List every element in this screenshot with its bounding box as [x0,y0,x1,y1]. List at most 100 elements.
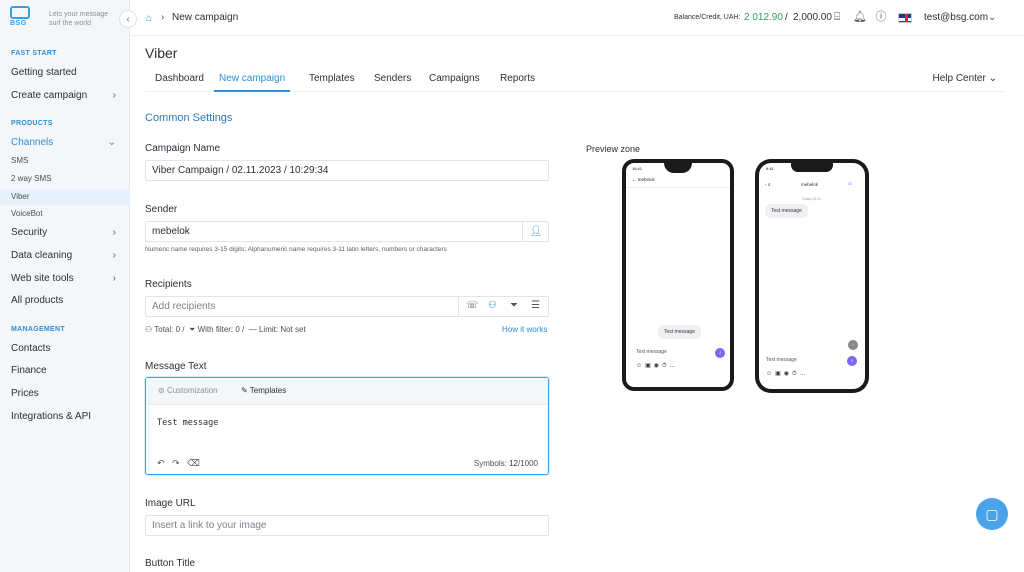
tab-new-campaign[interactable]: New campaign [214,73,291,92]
chat-sender: ← mebelok [632,177,655,182]
message-editor-toolbar: ⊜ Customization ✎ Templates [146,378,548,405]
button-title-label: Button Title [145,558,196,569]
chevron-down-icon[interactable]: ⌄ [988,12,996,23]
sidebar-item-security[interactable]: Security › [0,223,130,243]
image-url-input[interactable]: Insert a link to your image [145,515,549,536]
contacts-group-icon[interactable]: ⚇ [488,300,497,311]
help-icon[interactable]: ⓘ [874,10,888,24]
limit-icon: — [246,325,257,334]
chat-support-button[interactable]: ▢ [976,498,1008,530]
chevron-right-icon: › [112,227,116,238]
section-management: MANAGEMENT [11,326,65,333]
tab-dashboard[interactable]: Dashboard [155,73,204,92]
chat-date: Today 13:11 [802,197,821,201]
back-icon: ‹ 4 [765,182,771,187]
chevron-down-icon: ⌄ [107,137,116,148]
bsg-logo[interactable]: BSG [10,6,32,30]
balance-separator: / [785,12,788,23]
stats-filter: With filter: 0 / [197,325,245,334]
sidebar-sub-sms[interactable]: SMS [0,153,130,169]
android-preview: 16:41 ← mebelok Test message Text messag… [622,159,734,391]
filter-icon: ⏷ [186,325,196,334]
uk-flag-icon[interactable] [898,13,912,23]
bell-icon[interactable]: 🔔︎ [853,10,867,24]
chat-sender: mebelok [801,182,819,187]
notch [664,163,692,173]
iphone-preview: 9:41 ‹ 4 mebelok ☏ Today 13:11 Test mess… [755,159,869,393]
sidebar-sub-2way-sms[interactable]: 2 way SMS [0,171,130,187]
recipients-actions: ☏ ⚇ ⏷ ☰ [458,296,549,317]
stats-total: Total: 0 / [154,325,185,334]
page-title: Viber [145,45,178,61]
sidebar-item-getting-started[interactable]: Getting started [0,63,130,83]
credit-value: 2,000.00 [793,12,832,23]
sidebar-item-web-site-tools[interactable]: Web site tools › [0,269,130,289]
breadcrumb-current: New campaign [172,12,239,23]
tab-campaigns[interactable]: Campaigns [429,73,480,92]
logo-text: BSG [10,20,27,27]
composer-icons: ☺▣◉⏱… [766,371,809,377]
status-time: 16:41 [632,166,643,171]
sidebar-sub-viber[interactable]: Viber [0,189,130,205]
home-icon[interactable]: ⌂ [146,13,152,24]
filter-icon[interactable]: ⏷ [510,300,518,311]
message-text[interactable]: Test message [157,418,218,428]
sender-label: Sender [145,204,178,215]
sidebar: BSG Lets your message surf the world FAS… [0,0,130,572]
breadcrumb-separator: › [161,12,165,23]
user-email[interactable]: test@bsg.com [924,12,988,23]
stats-limit: Limit: Not set [258,325,306,334]
sidebar-item-contacts[interactable]: Contacts [0,339,130,359]
editor-tools: ↶ ↷ ⌫ [157,458,200,469]
sidebar-item-finance[interactable]: Finance [0,361,130,381]
tab-reports[interactable]: Reports [500,73,535,92]
chat-icon: ▢ [985,506,999,522]
mic-icon: ♪ [847,356,857,366]
mic-icon: ♪ [715,348,725,358]
notch [791,163,833,172]
sender-hint: Numeric name requires 3-15 digits; Alpha… [145,246,447,253]
sidebar-item-data-cleaning[interactable]: Data cleaning › [0,246,130,266]
chevron-right-icon: › [112,90,116,101]
message-bubble: Test message [765,204,808,218]
tab-senders[interactable]: Senders [374,73,411,92]
sidebar-item-create-campaign[interactable]: Create campaign › [0,86,130,106]
templates-tab[interactable]: ✎ Templates [241,386,286,395]
chevron-right-icon: › [112,250,116,261]
sidebar-item-prices[interactable]: Prices [0,384,130,404]
balance-label: Balance/Credit, UAH: [674,14,741,21]
symbols-counter: Symbols: 12/1000 [473,459,538,468]
undo-icon[interactable]: ↶ [157,458,165,468]
sidebar-sub-voicebot[interactable]: VoiceBot [0,206,130,222]
help-center-dropdown[interactable]: Help Center ⌄ [932,73,997,84]
sidebar-item-channels[interactable]: Channels ⌄ [0,133,130,153]
status-time: 9:41 [766,166,774,171]
tab-templates[interactable]: Templates [309,73,355,92]
campaign-name-label: Campaign Name [145,143,221,154]
scroll-down-icon: ↓ [848,340,858,350]
section-title: Common Settings [145,112,233,124]
message-editor[interactable]: ⊜ Customization ✎ Templates Test message… [145,377,549,475]
balance-value: 2 012.90 [744,12,783,23]
how-it-works-link[interactable]: How it works [502,325,547,334]
campaign-name-input[interactable]: Viber Campaign / 02.11.2023 / 10:29:34 [145,160,549,181]
sender-input[interactable]: mebelok [145,221,549,242]
menu-icon[interactable]: ☰ [531,300,540,311]
top-up-icon[interactable]: ⌸ [830,10,844,24]
add-sender-icon[interactable]: 👤︎ [522,221,549,242]
tab-bar: Dashboard New campaign Templates Senders… [145,70,1005,92]
call-icon: ☏ [847,181,853,186]
phone-icon[interactable]: ☏ [466,300,479,311]
image-url-label: Image URL [145,498,196,509]
section-fast-start: FAST START [11,50,57,57]
sidebar-item-all-products[interactable]: All products [0,291,130,311]
tagline: Lets your message surf the world [49,11,109,27]
composer-icons: ☺▣◉⏱… [636,363,679,369]
redo-icon[interactable]: ↷ [172,458,180,468]
eraser-icon[interactable]: ⌫ [187,458,200,468]
sidebar-item-integrations[interactable]: Integrations & API [0,407,130,427]
recipients-label: Recipients [145,279,192,290]
message-bubble: Test message [658,325,701,339]
collapse-sidebar-button[interactable]: ‹ [119,10,137,28]
customization-tab[interactable]: ⊜ Customization [158,386,218,395]
